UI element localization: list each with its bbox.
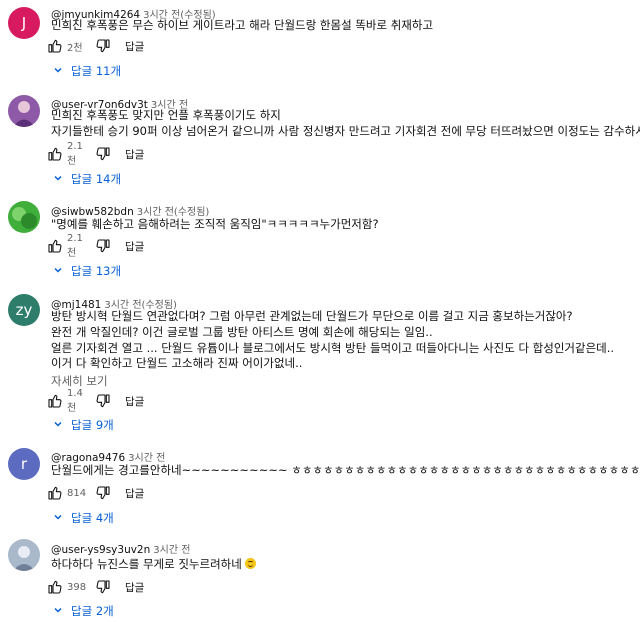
action-bar: 398 답글 — [47, 579, 144, 595]
comment-line: 단월드에게는 경고를안하네~~~~~~~~~~~ ㅎㅎㅎㅎㅎㅎㅎㅎㅎㅎㅎㅎㅎㅎㅎ… — [51, 463, 640, 477]
comments-section: J @jmyunkim4264 3시간 전(수정됨) 민희진 후폭풍은 무슨 하이… — [0, 0, 640, 622]
like-icon[interactable] — [47, 485, 63, 501]
avatar-photo — [8, 201, 40, 233]
action-bar: 1.4천 답글 — [47, 388, 144, 414]
like-count: 2.1천 — [67, 233, 83, 259]
comment-line: 완전 개 악질인데? 이건 글로벌 그룹 방탄 아티스트 명예 회손에 해당되는… — [51, 324, 433, 339]
avatar[interactable]: J — [8, 7, 40, 39]
avatar-letter: zy — [15, 301, 33, 319]
replies-count-label: 답글 4개 — [71, 511, 114, 525]
avatar[interactable] — [8, 539, 40, 571]
view-replies-button[interactable]: 답글 2개 — [53, 603, 114, 619]
replies-count-label: 답글 13개 — [71, 264, 122, 278]
reply-button[interactable]: 답글 — [125, 580, 144, 595]
like-icon[interactable] — [47, 393, 63, 409]
author-name[interactable]: @user-ys9sy3uv2n — [51, 544, 150, 556]
like-count: 2.1천 — [67, 141, 83, 167]
comment-line: "명예를 훼손하고 음해하려는 조직적 움직임"ㅋㅋㅋㅋㅋ누가먼저함? — [51, 217, 379, 231]
like-count: 1.4천 — [67, 388, 83, 414]
comment-text: 하다하다 뉴진스를 무게로 짓누르려하네 — [51, 557, 640, 573]
replies-count-label: 답글 9개 — [71, 418, 114, 432]
comment-text: 민희진 후폭풍도 맞지만 언플 후폭풍이기도 하지 자기들한테 승기 90퍼 이… — [51, 108, 640, 140]
view-replies-button[interactable]: 답글 11개 — [53, 63, 121, 79]
comment-text: "명예를 훼손하고 음해하려는 조직적 움직임"ㅋㅋㅋㅋㅋ누가먼저함? — [51, 217, 640, 233]
reply-button[interactable]: 답글 — [125, 394, 144, 409]
action-bar: 2천 답글 — [47, 38, 144, 54]
avatar[interactable] — [8, 95, 40, 127]
like-count: 2천 — [67, 42, 83, 54]
action-bar: 2.1천 답글 — [47, 141, 144, 167]
comment-line: 민희진 후폭풍은 무슨 하이브 게이트라고 해라 단월드랑 한몸설 똑바로 취재… — [51, 18, 434, 32]
read-more-link[interactable]: 자세히 보기 — [51, 374, 640, 389]
comment-header: @user-ys9sy3uv2n 3시간 전 — [51, 541, 190, 558]
reply-button[interactable]: 답글 — [125, 486, 144, 501]
avatar[interactable] — [8, 201, 40, 233]
comment-line: 민희진 후폭풍도 맞지만 언플 후폭풍이기도 하지 — [51, 108, 281, 122]
avatar-letter: r — [20, 455, 28, 473]
comment-text: 민희진 후폭풍은 무슨 하이브 게이트라고 해라 단월드랑 한몸설 똑바로 취재… — [51, 18, 640, 34]
avatar[interactable]: zy — [8, 294, 40, 326]
comment-line: 하다하다 뉴진스를 무게로 짓누르려하네 — [51, 557, 640, 573]
dislike-icon[interactable] — [95, 38, 111, 54]
chevron-down-icon — [53, 418, 63, 432]
like-icon[interactable] — [47, 38, 63, 54]
dislike-icon[interactable] — [95, 146, 111, 162]
dislike-icon[interactable] — [95, 393, 111, 409]
reply-button[interactable]: 답글 — [125, 147, 144, 162]
replies-count-label: 답글 14개 — [71, 172, 122, 186]
avatar-letter: J — [21, 14, 27, 32]
like-icon[interactable] — [47, 579, 63, 595]
view-replies-button[interactable]: 답글 9개 — [53, 417, 114, 433]
replies-count-label: 답글 2개 — [71, 604, 114, 618]
chevron-down-icon — [53, 264, 63, 278]
reply-button[interactable]: 답글 — [125, 239, 144, 254]
like-count: 398 — [67, 581, 87, 593]
replies-count-label: 답글 11개 — [71, 64, 122, 78]
comment-line: 방탄 방시혁 단월드 연관없다며? 그럼 아무런 관계없는데 단월드가 무단으로… — [51, 309, 573, 323]
comment-text: 방탄 방시혁 단월드 연관없다며? 그럼 아무런 관계없는데 단월드가 무단으로… — [51, 309, 640, 389]
chevron-down-icon — [53, 172, 63, 186]
like-icon[interactable] — [47, 238, 63, 254]
dislike-icon[interactable] — [95, 579, 111, 595]
action-bar: 2.1천 답글 — [47, 233, 144, 259]
reply-button[interactable]: 답글 — [125, 39, 144, 54]
dislike-icon[interactable] — [95, 485, 111, 501]
action-bar: 814 답글 — [47, 485, 144, 501]
view-replies-button[interactable]: 답글 14개 — [53, 171, 121, 187]
avatar[interactable]: r — [8, 448, 40, 480]
comment-text: 단월드에게는 경고를안하네~~~~~~~~~~~ ㅎㅎㅎㅎㅎㅎㅎㅎㅎㅎㅎㅎㅎㅎㅎ… — [51, 463, 640, 479]
timestamp[interactable]: 3시간 전 — [153, 545, 190, 556]
view-replies-button[interactable]: 답글 13개 — [53, 263, 121, 279]
chevron-down-icon — [53, 511, 63, 525]
view-replies-button[interactable]: 답글 4개 — [53, 510, 114, 526]
smile-emoji-icon — [245, 558, 257, 569]
like-count: 814 — [67, 487, 87, 499]
comment-line: 자기들한테 승기 90퍼 이상 넘어온거 같으니까 사람 정신병자 만드려고 기… — [51, 123, 640, 138]
avatar-photo — [8, 539, 40, 571]
comment-line-text: 하다하다 뉴진스를 무게로 짓누르려하네 — [51, 557, 242, 571]
comment-line: 얼른 기자회견 열고 ... 단월드 유튭이나 블로그에서도 방시혁 방탄 들먹… — [51, 340, 615, 355]
comment-line: 이거 다 확인하고 단월드 고소해라 진짜 어이가없네.. — [51, 356, 303, 371]
chevron-down-icon — [53, 604, 63, 618]
dislike-icon[interactable] — [95, 238, 111, 254]
chevron-down-icon — [53, 64, 63, 78]
avatar-photo — [8, 95, 40, 127]
like-icon[interactable] — [47, 146, 63, 162]
